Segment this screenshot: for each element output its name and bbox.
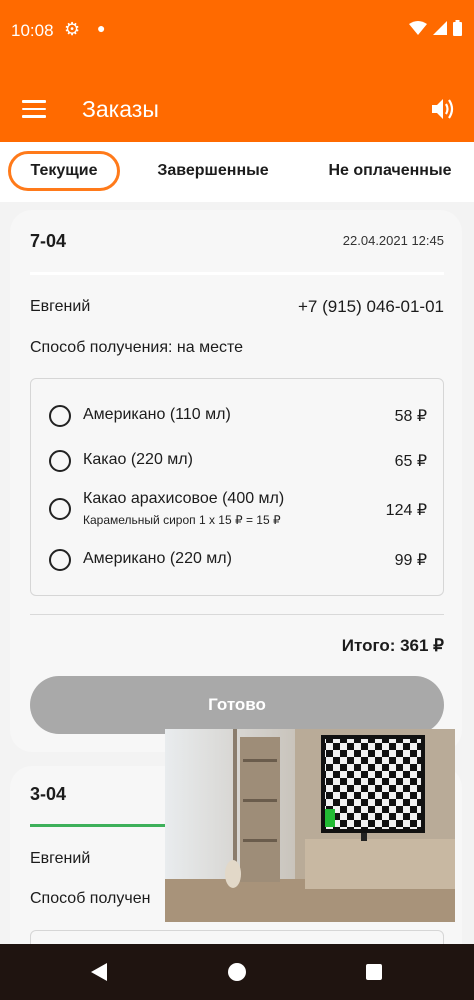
item-checkbox[interactable] — [49, 405, 71, 427]
wifi-icon — [409, 21, 427, 35]
pip-video[interactable] — [165, 729, 455, 922]
home-icon[interactable] — [228, 963, 246, 981]
item-name: Американо (110 мл) — [83, 406, 231, 423]
item-checkbox[interactable] — [49, 498, 71, 520]
signal-icon — [433, 21, 447, 35]
order-items: Американо (110 мл) 58 ₽ Какао (220 мл) 6… — [30, 378, 444, 596]
tab-bar: Текущие Завершенные Не оплаченные — [0, 142, 474, 202]
tab-current[interactable]: Текущие — [8, 151, 120, 191]
nav-bar — [0, 944, 474, 1000]
customer-name: Евгений — [30, 298, 91, 315]
video-frame — [165, 729, 455, 922]
ready-button[interactable]: Готово — [30, 676, 444, 734]
order-item[interactable]: Американо (220 мл) 99 ₽ — [31, 547, 445, 575]
delivery-method: Способ получения: на месте — [30, 339, 244, 356]
item-price: 124 ₽ — [385, 502, 427, 519]
tab-completed[interactable]: Завершенные — [150, 151, 276, 191]
item-price: 99 ₽ — [394, 552, 427, 569]
back-icon[interactable] — [91, 963, 107, 981]
recent-apps-icon[interactable] — [366, 964, 382, 980]
item-checkbox[interactable] — [49, 549, 71, 571]
item-name: Какао (220 мл) — [83, 451, 193, 468]
order-date: 22.04.2021 12:45 — [342, 233, 444, 248]
item-name: Какао арахисовое (400 мл) — [83, 490, 285, 507]
status-time: 10:08 — [11, 21, 54, 40]
order-item[interactable]: Какао (220 мл) 65 ₽ — [31, 448, 445, 476]
divider — [30, 614, 444, 615]
customer-phone[interactable]: +7 (915) 046-01-01 — [298, 297, 444, 317]
battery-icon — [453, 20, 462, 36]
customer-name: Евгений — [30, 850, 91, 867]
order-progress — [30, 272, 444, 275]
order-number: 7-04 — [30, 231, 67, 251]
order-item[interactable]: Какао арахисовое (400 мл) Карамельный си… — [31, 489, 445, 533]
page-title: Заказы — [82, 96, 159, 122]
app-bar: Заказы — [0, 62, 474, 142]
item-price: 65 ₽ — [394, 453, 427, 470]
item-name: Американо (220 мл) — [83, 550, 232, 567]
order-item[interactable]: Американо (110 мл) 58 ₽ — [31, 403, 445, 431]
status-icons — [409, 20, 462, 36]
tab-unpaid[interactable]: Не оплаченные — [322, 151, 458, 191]
order-number: 3-04 — [30, 784, 67, 804]
order-total: Итого: 361 ₽ — [341, 636, 444, 655]
notification-dot-icon: ● — [97, 20, 106, 36]
delivery-method: Способ получен — [30, 890, 151, 907]
status-bar: 10:08 ⚙ ● — [0, 0, 474, 62]
order-card: 7-04 22.04.2021 12:45 Евгений +7 (915) 0… — [10, 210, 462, 752]
item-checkbox[interactable] — [49, 450, 71, 472]
item-price: 58 ₽ — [394, 408, 427, 425]
settings-icon: ⚙ — [64, 19, 81, 39]
menu-icon[interactable] — [22, 100, 46, 118]
sound-icon[interactable] — [432, 98, 456, 120]
item-extra: Карамельный сироп 1 x 15 ₽ = 15 ₽ — [83, 513, 281, 527]
order-progress-fill — [30, 824, 167, 827]
